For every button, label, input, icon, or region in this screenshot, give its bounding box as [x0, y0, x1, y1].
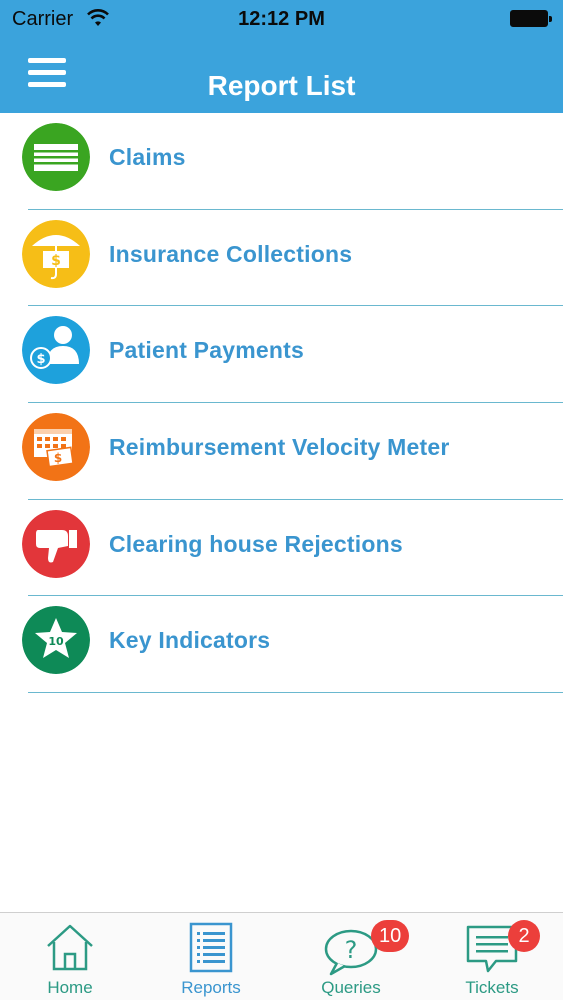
patient-payment-icon: $	[22, 316, 90, 385]
report-item-patient-payments[interactable]: $ Patient Payments	[0, 306, 563, 404]
tickets-badge: 2	[508, 920, 540, 952]
home-icon	[47, 924, 93, 971]
status-bar: Carrier 12:12 PM	[0, 0, 563, 40]
report-item-claims[interactable]: Claims	[0, 113, 563, 210]
app-header: Carrier 12:12 PM Report List	[0, 0, 563, 113]
tab-label: Queries	[321, 978, 381, 997]
tab-reports[interactable]: Reports	[141, 913, 281, 1000]
report-label: Claims	[109, 144, 186, 170]
report-list: Claims $ Insurance Collections $ Patient…	[0, 113, 563, 694]
status-time: 12:12 PM	[238, 8, 325, 30]
queries-badge: 10	[371, 920, 410, 952]
svg-text:$: $	[36, 352, 45, 367]
umbrella-money-icon: $	[22, 219, 90, 288]
report-label: Reimbursement Velocity Meter	[109, 434, 450, 461]
report-item-clearing-house-rejections[interactable]: Clearing house Rejections	[0, 500, 563, 597]
claims-icon	[22, 123, 90, 191]
svg-text:?: ?	[345, 936, 358, 964]
divider	[28, 692, 563, 694]
tab-tickets[interactable]: 2 Tickets	[422, 913, 562, 1000]
report-item-reimbursement-velocity-meter[interactable]: $ Reimbursement Velocity Meter	[0, 403, 563, 500]
tab-label: Tickets	[465, 978, 519, 997]
report-label: Insurance Collections	[109, 240, 353, 267]
svg-text:$: $	[54, 451, 62, 465]
tab-queries[interactable]: ? 10 Queries	[281, 913, 421, 1000]
battery-icon	[510, 10, 552, 27]
tab-bar: Home Reports ? 10 Queries 2 Tickets	[0, 912, 563, 1000]
report-label: Clearing house Rejections	[109, 530, 403, 557]
tab-label: Home	[47, 978, 93, 997]
report-label: Patient Payments	[109, 337, 304, 364]
star-icon-number: 10	[48, 635, 64, 648]
report-item-key-indicators[interactable]: 10 Key Indicators	[0, 596, 563, 694]
report-item-insurance-collections[interactable]: $ Insurance Collections	[0, 210, 563, 307]
page-title: Report List	[207, 70, 356, 101]
tab-home[interactable]: Home	[0, 913, 140, 1000]
report-document-icon	[189, 922, 233, 973]
report-label: Key Indicators	[109, 627, 271, 654]
star-ten-icon: 10	[22, 606, 90, 675]
menu-line	[28, 58, 66, 63]
calendar-money-icon: $	[22, 413, 90, 482]
svg-text:$: $	[51, 253, 61, 269]
thumbs-down-icon	[22, 509, 90, 578]
tab-label: Reports	[181, 978, 241, 997]
